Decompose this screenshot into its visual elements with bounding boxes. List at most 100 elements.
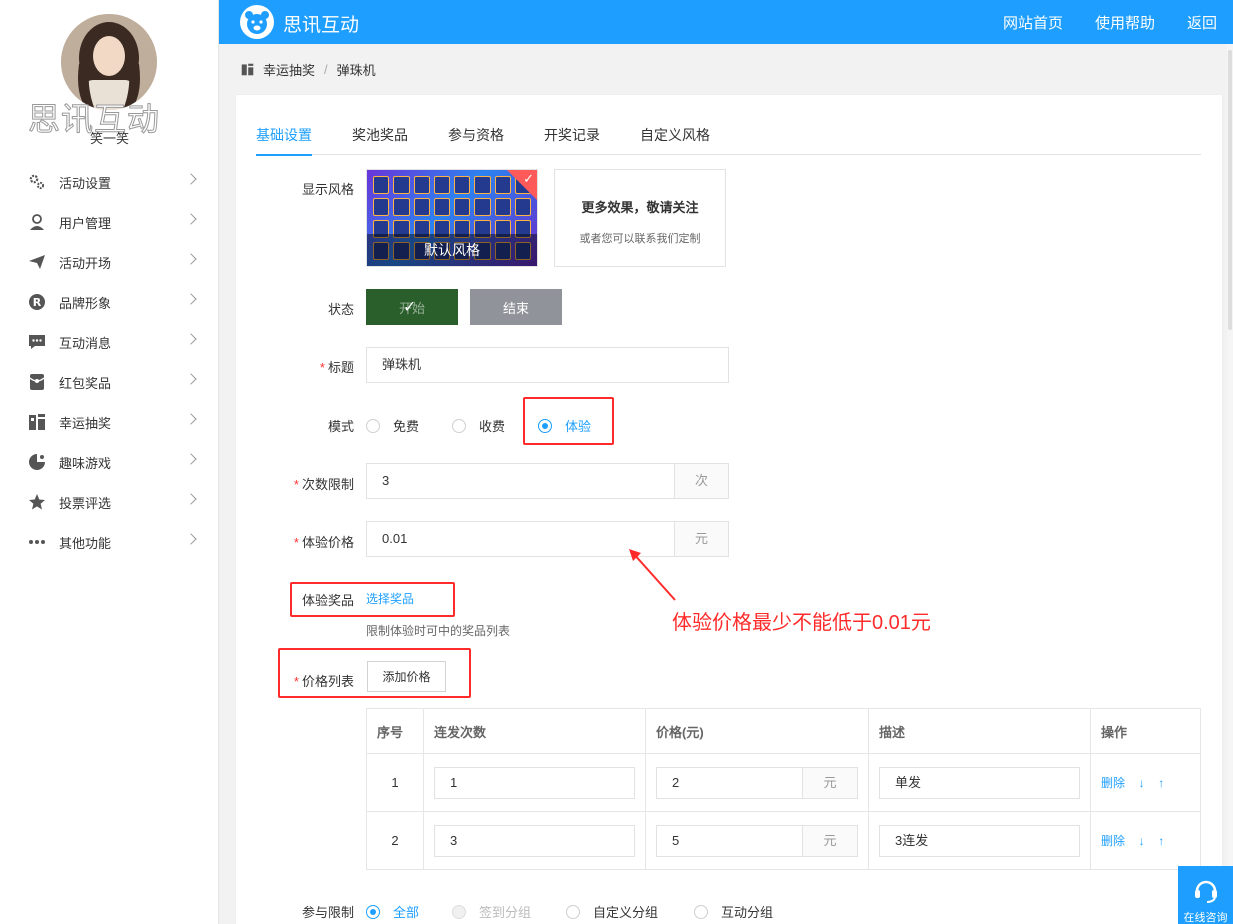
sidebar-item-activity-settings[interactable]: 活动设置 bbox=[0, 162, 219, 202]
sidebar: 思讯互动 笑一笑 活动设置 用户管理 活动开场 R 品牌形象 互动消息 红包奖品… bbox=[0, 0, 219, 924]
delete-link[interactable]: 删除 bbox=[1101, 776, 1125, 790]
sidebar-item-label: 幸运抽奖 bbox=[59, 415, 112, 431]
chevron-right-icon bbox=[185, 533, 197, 545]
trial-prize-hint: 限制体验时可中的奖品列表 bbox=[366, 624, 511, 638]
gear-icon bbox=[27, 172, 47, 192]
tab-basic-settings[interactable]: 基础设置 bbox=[256, 118, 312, 156]
chevron-right-icon bbox=[185, 453, 197, 465]
table-row: 2 3 5元 3连发 删除 ↓ ↑ bbox=[366, 811, 1201, 870]
currency-unit: 元 bbox=[803, 824, 858, 857]
annotation-arrow bbox=[629, 549, 676, 601]
times-limit-label: * 次数限制 bbox=[293, 477, 354, 492]
consult-label: 在线咨询 bbox=[1183, 912, 1228, 924]
col-count-header: 连发次数 bbox=[423, 708, 646, 754]
radio-circle bbox=[452, 904, 466, 919]
sidebar-item-red-packet[interactable]: 红包奖品 bbox=[0, 362, 219, 402]
col-ops-header: 操作 bbox=[1090, 708, 1201, 754]
highlight-box-mode bbox=[523, 397, 614, 445]
price-input[interactable]: 2 bbox=[656, 766, 803, 799]
desc-cell: 3连发 bbox=[868, 811, 1091, 870]
times-limit-input[interactable]: 3 bbox=[366, 463, 675, 499]
tab-draw-records[interactable]: 开奖记录 bbox=[544, 118, 600, 155]
desc-input[interactable]: 单发 bbox=[879, 766, 1080, 799]
breadcrumb: 幸运抽奖 / 弹珠机 bbox=[241, 60, 376, 79]
price-table: 序号 连发次数 价格(元) 描述 操作 1 1 2元 单发 删除 ↓ ↑ 2 3… bbox=[366, 708, 1201, 870]
more-title: 更多效果，敬请关注 bbox=[581, 200, 699, 215]
sidebar-menu: 活动设置 用户管理 活动开场 R 品牌形象 互动消息 红包奖品 幸运抽奖 趣味游… bbox=[0, 162, 219, 562]
count-input[interactable]: 3 bbox=[434, 824, 635, 857]
delete-link[interactable]: 删除 bbox=[1101, 834, 1125, 848]
sidebar-item-interactive-messages[interactable]: 互动消息 bbox=[0, 322, 219, 362]
style-card-default[interactable]: 默认风格 ✓ bbox=[366, 169, 538, 267]
participation-radio-all[interactable]: 全部 bbox=[366, 902, 419, 921]
more-icon bbox=[27, 532, 47, 552]
row-index: 1 bbox=[366, 753, 424, 812]
chevron-right-icon bbox=[185, 373, 197, 385]
tab-bar: 基础设置 奖池奖品 参与资格 开奖记录 自定义风格 bbox=[256, 118, 1201, 156]
online-consult-button[interactable]: 在线咨询 bbox=[1178, 866, 1233, 924]
nav-home-link[interactable]: 网站首页 bbox=[1003, 12, 1063, 33]
chevron-right-icon bbox=[185, 293, 197, 305]
sidebar-item-label: 活动设置 bbox=[59, 175, 112, 191]
sidebar-item-fun-games[interactable]: 趣味游戏 bbox=[0, 442, 219, 482]
bear-logo-icon bbox=[239, 4, 275, 43]
nav-help-link[interactable]: 使用帮助 bbox=[1095, 12, 1155, 33]
desc-cell: 单发 bbox=[868, 753, 1091, 812]
price-cell: 5元 bbox=[645, 811, 869, 870]
check-icon: ✓ bbox=[523, 171, 534, 186]
radio-circle bbox=[452, 418, 466, 433]
sidebar-item-voting[interactable]: 投票评选 bbox=[0, 482, 219, 522]
sidebar-item-other-functions[interactable]: 其他功能 bbox=[0, 522, 219, 562]
svg-text:R: R bbox=[33, 296, 42, 309]
price-input[interactable]: 5 bbox=[656, 824, 803, 857]
lottery-icon bbox=[27, 412, 47, 432]
sidebar-item-activity-opening[interactable]: 活动开场 bbox=[0, 242, 219, 282]
mode-radio-paid[interactable]: 收费 bbox=[452, 416, 505, 435]
breadcrumb-current: 弹珠机 bbox=[336, 63, 376, 78]
mode-radio-free[interactable]: 免费 bbox=[366, 416, 419, 435]
header-nav: 网站首页 使用帮助 返回 bbox=[971, 0, 1217, 44]
currency-unit: 元 bbox=[803, 766, 858, 799]
game-icon bbox=[27, 452, 47, 472]
chevron-right-icon bbox=[185, 413, 197, 425]
radio-circle bbox=[366, 418, 380, 433]
participation-radio-interactive-group[interactable]: 互动分组 bbox=[694, 902, 773, 921]
logo[interactable]: 思讯互动 bbox=[239, 4, 359, 43]
style-caption: 默认风格 bbox=[367, 234, 537, 266]
user-icon bbox=[27, 212, 47, 232]
paper-plane-icon bbox=[27, 252, 47, 272]
end-button[interactable]: 结束 bbox=[470, 289, 562, 325]
start-button[interactable]: 开始 ✓ bbox=[366, 289, 458, 325]
sidebar-item-label: 互动消息 bbox=[59, 335, 112, 351]
title-input[interactable]: 弹珠机 bbox=[366, 347, 729, 383]
chevron-right-icon bbox=[185, 253, 197, 265]
sidebar-item-label: 活动开场 bbox=[59, 255, 112, 271]
sidebar-item-lucky-draw[interactable]: 幸运抽奖 bbox=[0, 402, 219, 442]
sidebar-item-user-management[interactable]: 用户管理 bbox=[0, 202, 219, 242]
move-up-icon[interactable]: ↑ bbox=[1158, 834, 1164, 848]
participation-radio-custom-group[interactable]: 自定义分组 bbox=[566, 902, 658, 921]
sidebar-item-label: 其他功能 bbox=[59, 535, 112, 551]
nav-back-link[interactable]: 返回 bbox=[1187, 12, 1217, 33]
chevron-right-icon bbox=[185, 493, 197, 505]
times-unit: 次 bbox=[674, 463, 729, 499]
participation-radio-checkin-group[interactable]: 签到分组 bbox=[452, 902, 531, 921]
desc-input[interactable]: 3连发 bbox=[879, 824, 1080, 857]
scrollbar-thumb[interactable] bbox=[1228, 50, 1232, 330]
move-down-icon[interactable]: ↓ bbox=[1139, 834, 1145, 848]
col-index-header: 序号 bbox=[366, 708, 424, 754]
count-input[interactable]: 1 bbox=[434, 766, 635, 799]
move-up-icon[interactable]: ↑ bbox=[1158, 776, 1164, 790]
status-label: 状态 bbox=[327, 302, 354, 317]
move-down-icon[interactable]: ↓ bbox=[1139, 776, 1145, 790]
sidebar-item-brand-image[interactable]: R 品牌形象 bbox=[0, 282, 219, 322]
tab-eligibility[interactable]: 参与资格 bbox=[448, 118, 504, 155]
trial-price-label: * 体验价格 bbox=[293, 535, 354, 550]
tab-prize-pool[interactable]: 奖池奖品 bbox=[352, 118, 408, 155]
breadcrumb-parent[interactable]: 幸运抽奖 bbox=[263, 60, 315, 79]
required-mark: * bbox=[319, 360, 325, 375]
star-icon bbox=[27, 492, 47, 512]
sidebar-item-label: 红包奖品 bbox=[59, 375, 112, 391]
tab-custom-style[interactable]: 自定义风格 bbox=[640, 118, 710, 155]
count-cell: 1 bbox=[423, 753, 646, 812]
